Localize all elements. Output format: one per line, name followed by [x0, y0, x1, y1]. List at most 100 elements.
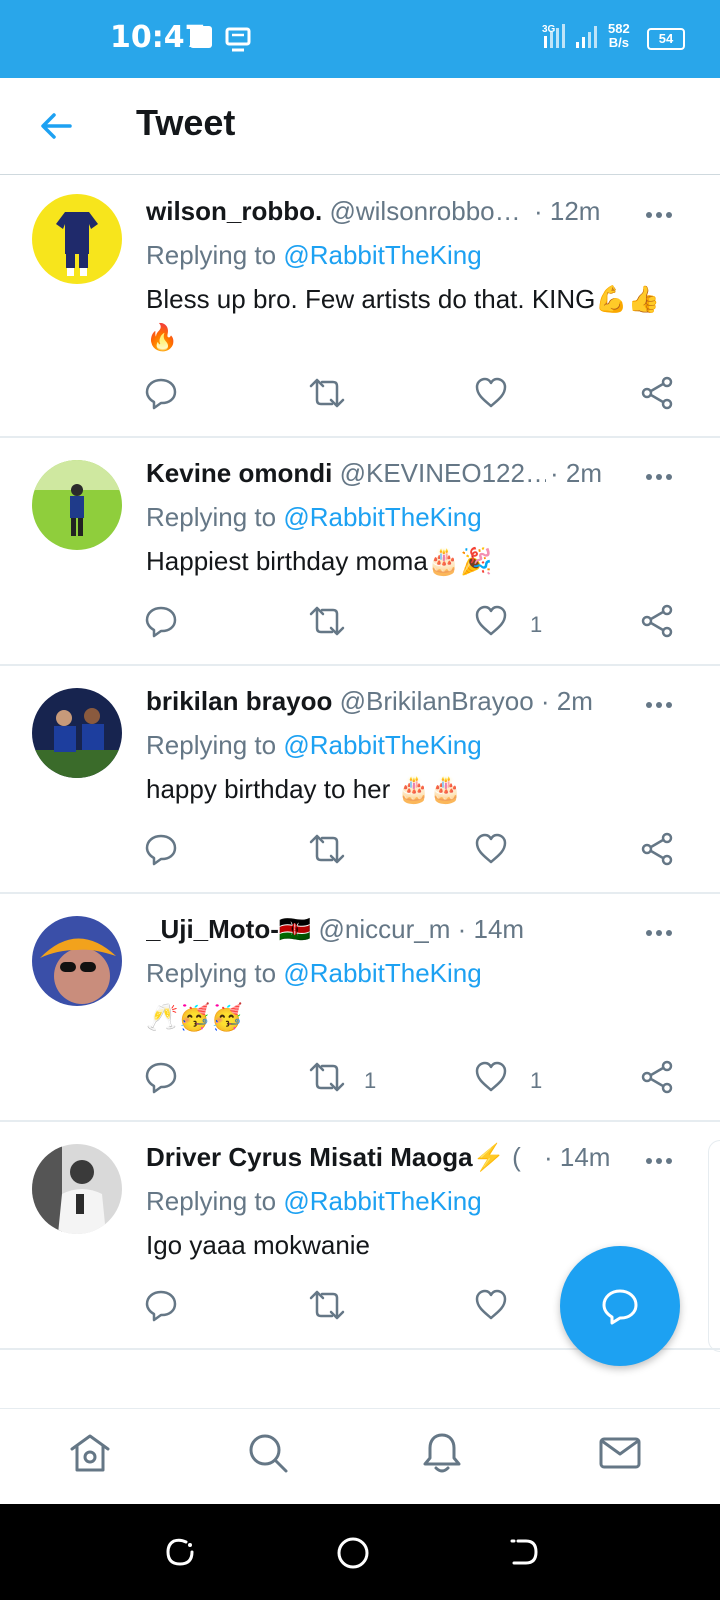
replying-to-link[interactable]: @RabbitTheKing	[283, 958, 481, 988]
share-icon[interactable]	[640, 1060, 674, 1099]
bottom-navigation	[0, 1408, 720, 1505]
signal-icon: 3G	[540, 22, 602, 55]
user-handle[interactable]: (	[512, 1142, 521, 1172]
reply-tweet[interactable]: Kevine omondi @KEVINEO122… · 2m Replying…	[0, 438, 720, 666]
more-icon[interactable]	[644, 918, 674, 953]
scroll-indicator	[708, 1140, 720, 1352]
replying-label: Replying to	[146, 730, 277, 760]
tweet-author[interactable]: brikilan brayoo @BrikilanBrayoo · 2m	[146, 686, 616, 717]
tweet-actions: 1 1	[0, 1060, 720, 1100]
speed-unit: B/s	[608, 35, 629, 50]
replying-to: Replying to @RabbitTheKing	[146, 502, 482, 533]
home-circle-icon[interactable]	[336, 1536, 370, 1575]
more-icon[interactable]	[644, 462, 674, 497]
user-handle[interactable]: @BrikilanBrayoo	[340, 686, 534, 716]
compose-reply-button[interactable]	[560, 1246, 680, 1366]
share-icon[interactable]	[640, 376, 674, 415]
reply-icon[interactable]	[144, 1060, 178, 1099]
like-icon[interactable]	[474, 376, 508, 415]
messages-icon[interactable]	[598, 1431, 642, 1480]
back-arrow-icon[interactable]	[38, 108, 74, 149]
message-notification-icon	[224, 26, 252, 59]
network-speed: 582 B/s	[608, 22, 630, 50]
avatar[interactable]	[32, 194, 122, 284]
replying-to: Replying to @RabbitTheKing	[146, 958, 482, 989]
search-icon[interactable]	[246, 1431, 290, 1480]
retweet-icon[interactable]	[308, 604, 346, 643]
replying-to-link[interactable]: @RabbitTheKing	[283, 730, 481, 760]
top-app-bar: Tweet	[0, 78, 720, 175]
like-icon[interactable]	[474, 1060, 508, 1099]
tweet-author[interactable]: _Uji_Moto-🇰🇪 @niccur_m · 14m	[146, 914, 616, 945]
reply-tweet[interactable]: wilson_robbo. @wilsonrobbo… · 12m Replyi…	[0, 176, 720, 438]
compose-reply-icon	[602, 1289, 638, 1325]
status-bar: 10:47 3G 582 B/s 54	[0, 0, 720, 78]
retweet-count: 1	[364, 1068, 377, 1093]
system-navigation-bar	[0, 1504, 720, 1600]
recents-icon[interactable]	[164, 1536, 196, 1573]
like-icon[interactable]	[474, 604, 508, 643]
reply-icon[interactable]	[144, 832, 178, 871]
tweet-text: Bless up bro. Few artists do that. KING💪…	[146, 284, 661, 352]
tweet-text: 🥂🥳🥳	[146, 1002, 244, 1032]
reply-tweet[interactable]: brikilan brayoo @BrikilanBrayoo · 2m Rep…	[0, 666, 720, 894]
tweet-text: Happiest birthday moma🎂🎉	[146, 546, 493, 576]
share-icon[interactable]	[640, 604, 674, 643]
replying-to: Replying to @RabbitTheKing	[146, 1186, 482, 1217]
tweet-time: · 14m	[540, 1142, 611, 1173]
home-icon[interactable]	[68, 1431, 112, 1480]
tweet-time: · 14m	[457, 914, 525, 944]
more-icon[interactable]	[644, 1146, 674, 1181]
battery-icon: 54	[647, 28, 685, 50]
replying-label: Replying to	[146, 502, 277, 532]
back-icon[interactable]	[508, 1536, 540, 1573]
network-type: 3G	[542, 24, 556, 35]
avatar[interactable]	[32, 460, 122, 550]
user-handle[interactable]: @niccur_m	[319, 914, 451, 944]
retweet-icon[interactable]	[308, 376, 346, 415]
replying-to-link[interactable]: @RabbitTheKing	[283, 1186, 481, 1216]
tweet-time: · 2m	[540, 686, 593, 716]
replying-label: Replying to	[146, 958, 277, 988]
tweet-actions	[0, 832, 720, 872]
replying-label: Replying to	[146, 1186, 277, 1216]
retweet-icon[interactable]	[308, 832, 346, 871]
like-icon[interactable]	[474, 832, 508, 871]
retweet-icon[interactable]	[308, 1060, 346, 1099]
replying-to: Replying to @RabbitTheKing	[146, 730, 482, 761]
reply-icon[interactable]	[144, 1288, 178, 1327]
more-icon[interactable]	[644, 200, 674, 235]
user-handle[interactable]: @wilsonrobbo…	[329, 196, 520, 226]
notifications-icon[interactable]	[420, 1431, 464, 1480]
tweet-text: happy birthday to her 🎂🎂	[146, 774, 463, 804]
share-icon[interactable]	[640, 832, 674, 871]
tweet-time: · 12m	[530, 196, 601, 227]
reply-icon[interactable]	[144, 376, 178, 415]
like-count: 1	[530, 1068, 543, 1093]
tweet-actions	[0, 376, 720, 416]
display-name[interactable]: brikilan brayoo	[146, 686, 332, 716]
avatar[interactable]	[32, 688, 122, 778]
avatar[interactable]	[32, 916, 122, 1006]
display-name[interactable]: wilson_robbo.	[146, 196, 322, 226]
replying-to: Replying to @RabbitTheKing	[146, 240, 482, 271]
reply-tweet[interactable]: _Uji_Moto-🇰🇪 @niccur_m · 14m Replying to…	[0, 894, 720, 1122]
replying-to-link[interactable]: @RabbitTheKing	[283, 502, 481, 532]
speed-value: 582	[608, 21, 630, 36]
display-name[interactable]: Kevine omondi	[146, 458, 332, 488]
user-handle[interactable]: @KEVINEO122…	[340, 458, 551, 488]
tweet-actions: 1	[0, 604, 720, 644]
reply-icon[interactable]	[144, 604, 178, 643]
notification-square-icon	[190, 26, 212, 48]
display-name[interactable]: _Uji_Moto-🇰🇪	[146, 914, 311, 944]
more-icon[interactable]	[644, 690, 674, 725]
tweet-author[interactable]: Driver Cyrus Misati Maoga⚡ (	[146, 1142, 546, 1173]
retweet-icon[interactable]	[308, 1288, 346, 1327]
display-name[interactable]: Driver Cyrus Misati Maoga⚡	[146, 1142, 505, 1172]
replying-to-link[interactable]: @RabbitTheKing	[283, 240, 481, 270]
like-count: 1	[530, 612, 543, 637]
page-title: Tweet	[136, 102, 236, 143]
avatar[interactable]	[32, 1144, 122, 1234]
replying-label: Replying to	[146, 240, 277, 270]
like-icon[interactable]	[474, 1288, 508, 1327]
